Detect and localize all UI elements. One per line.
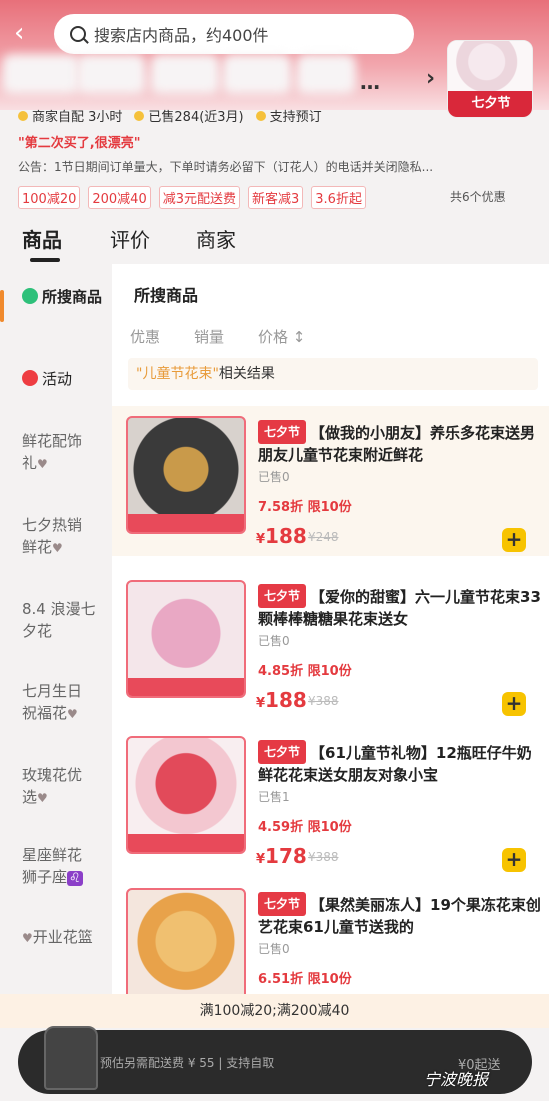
sidebar-item-opening-basket[interactable]: ♥开业花篮: [22, 926, 94, 949]
watermark: 宁波晚报: [424, 1070, 489, 1089]
category-sidebar: 所搜商品 活动 鲜花配饰礼♥ 七夕热销鲜花♥ 8.4 浪漫七夕花 七月生日祝福花…: [0, 264, 112, 1024]
flower-image: [448, 41, 532, 93]
product-title[interactable]: 七夕节 【61儿童节礼物】12瓶旺仔牛奶鲜花花束送女朋友对象小宝: [258, 740, 544, 786]
product-image[interactable]: [126, 580, 246, 698]
qixi-tag: 七夕节: [258, 584, 307, 608]
sort-options: 优惠 销量 价格 ↕: [130, 326, 305, 347]
discount-label: 6.51折 限10份: [258, 972, 352, 987]
section-title: 所搜商品: [134, 286, 199, 305]
activity-badge-icon: [22, 370, 38, 386]
leo-icon: ♌: [67, 871, 83, 886]
coupons-more-link[interactable]: 共6个优惠: [450, 188, 506, 205]
related-suffix: 相关结果: [218, 366, 275, 382]
image-banner: [128, 834, 244, 852]
related-keyword: "儿童节花束": [136, 366, 219, 382]
heart-icon: ♥: [37, 791, 48, 805]
sold-count: 已售1: [258, 790, 290, 804]
discount-label: 4.85折 限10份: [258, 664, 352, 679]
product-title[interactable]: 七夕节 【爱你的甜蜜】六一儿童节花束33颗棒棒糖糖果花束送女: [258, 584, 544, 630]
heart-icon: ♥: [52, 541, 63, 555]
product-title[interactable]: 七夕节 【果然美丽冻人】19个果冻花束创艺花束61儿童节送我的: [258, 892, 544, 938]
delivery-info: 商家自配 3小时: [18, 106, 122, 125]
tab-reviews[interactable]: 评价: [110, 224, 150, 253]
sold-count: 已售0: [258, 470, 290, 484]
store-meta: 商家自配 3小时 已售284(近3月) 支持预订: [18, 106, 322, 125]
heart-icon: ♥: [37, 457, 48, 471]
price: ¥178: [256, 844, 307, 868]
sidebar-item-searched[interactable]: 所搜商品: [22, 286, 106, 308]
search-badge-icon: [22, 288, 38, 304]
sort-discount[interactable]: 优惠: [130, 326, 160, 347]
qixi-tag: 七夕节: [258, 740, 307, 764]
sidebar-item-birthday[interactable]: 七月生日祝福花♥: [22, 680, 96, 725]
qixi-tag: 七夕节: [258, 892, 307, 916]
sort-sales[interactable]: 销量: [194, 326, 224, 347]
original-price: ¥388: [308, 850, 339, 864]
price: ¥188: [256, 688, 307, 712]
delivery-fee-text: 预估另需配送费 ¥ 55 | 支持自取: [100, 1056, 275, 1070]
original-price: ¥248: [308, 530, 339, 544]
original-price: ¥388: [308, 694, 339, 708]
review-quote: "第二次买了,很漂亮": [18, 136, 141, 151]
coupon-tag[interactable]: 3.6折起: [311, 186, 366, 209]
bolt-icon: [18, 110, 28, 121]
coupon-tag[interactable]: 减3元配送费: [158, 186, 240, 209]
discount-label: 7.58折 限10份: [258, 500, 352, 515]
product-list: 所搜商品 优惠 销量 价格 ↕ "儿童节花束"相关结果 七夕节 【做我的小朋友】养…: [112, 264, 549, 1024]
active-tab-indicator: [30, 258, 60, 262]
product-card[interactable]: 七夕节 【爱你的甜蜜】六一儿童节花束33颗棒棒糖糖果花束送女 已售0 4.85折 …: [112, 570, 549, 720]
store-name-ellipsis: …: [360, 70, 380, 94]
active-category-marker: [0, 290, 4, 322]
store-tabs: 商品 评价 商家: [0, 214, 549, 264]
chevron-right-icon[interactable]: ›: [426, 66, 435, 91]
store-notice[interactable]: 公告：1节日期间订单量大，下单时请务必留下（订花人）的电话并关闭隐私...: [18, 158, 528, 175]
fire-icon: [134, 110, 145, 121]
product-image[interactable]: [126, 736, 246, 854]
search-icon: [70, 26, 86, 42]
add-to-cart-button[interactable]: +: [502, 692, 526, 716]
coupon-tag[interactable]: 100减20: [18, 186, 81, 209]
back-arrow-icon[interactable]: ‹: [14, 18, 40, 48]
calendar-icon: [255, 110, 266, 121]
price: ¥188: [256, 524, 307, 548]
sidebar-item-qixi-romance[interactable]: 8.4 浪漫七夕花: [22, 598, 102, 642]
related-results-banner: "儿童节花束"相关结果: [128, 358, 538, 390]
product-image[interactable]: [126, 888, 246, 1006]
cart-icon[interactable]: [44, 1026, 98, 1090]
heart-icon: ♥: [22, 931, 33, 945]
product-card[interactable]: 七夕节 【做我的小朋友】养乐多花束送男朋友儿童节花束附近鲜花 已售0 7.58折 …: [112, 406, 549, 556]
sold-count: 已售0: [258, 942, 290, 956]
sidebar-item-zodiac[interactable]: 星座鲜花狮子座 ♌: [22, 844, 96, 890]
add-to-cart-button[interactable]: +: [502, 528, 526, 552]
coupon-tag[interactable]: 200减40: [88, 186, 151, 209]
promo-bar: 满100减20;满200减40: [0, 994, 549, 1028]
search-placeholder: 搜索店内商品，约400件: [94, 26, 269, 45]
discount-label: 4.59折 限10份: [258, 820, 352, 835]
product-title[interactable]: 七夕节 【做我的小朋友】养乐多花束送男朋友儿童节花束附近鲜花: [258, 420, 544, 466]
preorder-info: 支持预订: [255, 106, 322, 125]
store-header: ‹ 搜索店内商品，约400件 … › 七夕节: [0, 0, 549, 118]
tab-merchant[interactable]: 商家: [196, 224, 236, 253]
sort-price[interactable]: 价格 ↕: [258, 326, 305, 347]
product-image[interactable]: [126, 416, 246, 534]
tab-products[interactable]: 商品: [22, 224, 62, 253]
heart-icon: ♥: [67, 707, 78, 721]
product-card[interactable]: 七夕节 【61儿童节礼物】12瓶旺仔牛奶鲜花花束送女朋友对象小宝 已售1 4.59…: [112, 726, 549, 876]
sidebar-item-activity[interactable]: 活动: [22, 368, 106, 390]
sales-info: 已售284(近3月): [134, 106, 244, 125]
image-banner: [128, 514, 244, 532]
sold-count: 已售0: [258, 634, 290, 648]
sidebar-item-accessories[interactable]: 鲜花配饰礼♥: [22, 430, 96, 475]
sidebar-item-qixi-hot[interactable]: 七夕热销鲜花♥: [22, 514, 96, 559]
image-banner: [128, 678, 244, 696]
coupon-tag[interactable]: 新客减3: [248, 186, 304, 209]
add-to-cart-button[interactable]: +: [502, 848, 526, 872]
store-info: 商家自配 3小时 已售284(近3月) 支持预订 "第二次买了,很漂亮" 公告：…: [0, 100, 549, 210]
qixi-tag: 七夕节: [258, 420, 307, 444]
sidebar-item-roses[interactable]: 玫瑰花优选♥: [22, 764, 96, 809]
